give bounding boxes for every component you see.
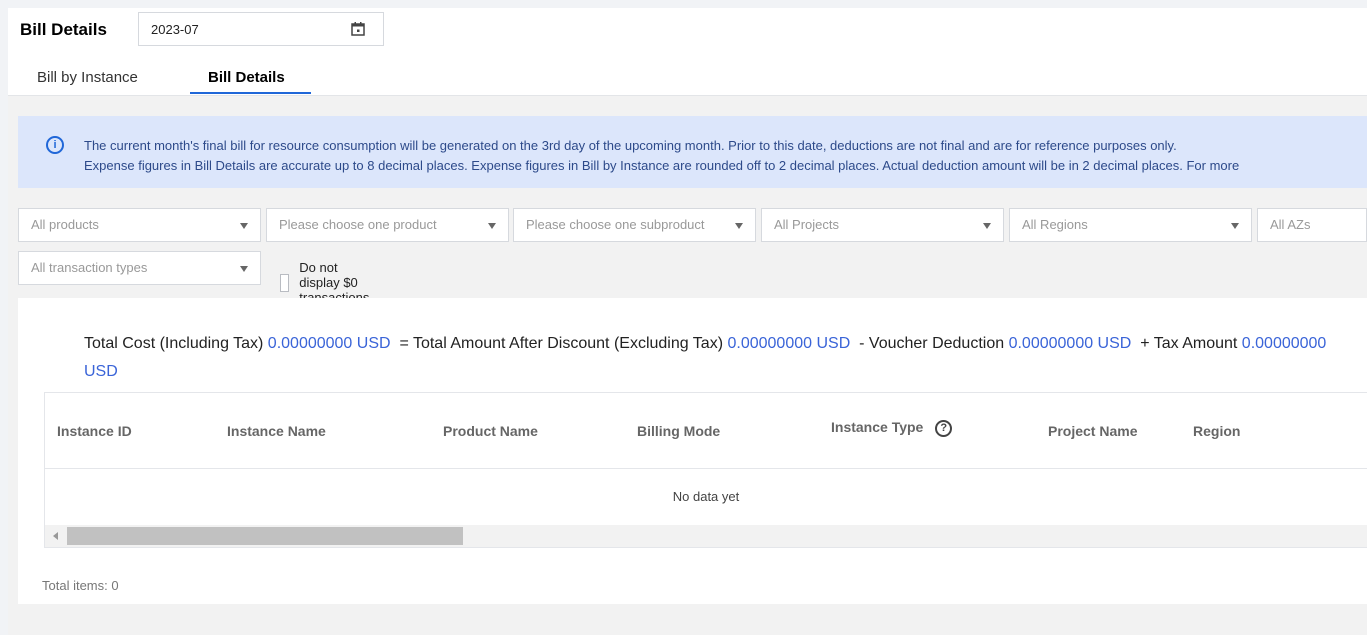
column-header-instance-type: Instance Type ?	[831, 419, 953, 437]
column-header-instance-name: Instance Name	[227, 423, 326, 439]
tab-bill-by-instance[interactable]: Bill by Instance	[37, 66, 138, 96]
column-header-billing-mode: Billing Mode	[637, 423, 721, 439]
bill-details-table: Instance ID Instance Name Product Name B…	[44, 392, 1367, 548]
total-cost-value: 0.00000000 USD	[267, 335, 391, 352]
after-discount-value: 0.00000000 USD	[727, 335, 851, 352]
column-header-instance-type-label: Instance Type	[831, 419, 924, 435]
product-select[interactable]: Please choose one product	[266, 208, 509, 242]
transaction-types-select[interactable]: All transaction types	[18, 251, 261, 285]
bill-details-panel: Total Cost (Including Tax) 0.00000000 US…	[18, 298, 1367, 604]
chevron-down-icon	[240, 223, 248, 229]
subproduct-select-value: Please choose one subproduct	[526, 217, 705, 232]
page-title: Bill Details	[20, 20, 107, 39]
products-select[interactable]: All products	[18, 208, 261, 242]
after-discount-label: Total Amount After Discount (Excluding T…	[412, 335, 724, 352]
column-header-instance-id: Instance ID	[57, 423, 132, 439]
column-header-region: Region	[1193, 423, 1241, 439]
horizontal-scrollbar[interactable]	[45, 525, 1367, 547]
scrollbar-thumb[interactable]	[67, 527, 463, 545]
chevron-down-icon	[983, 223, 991, 229]
column-header-project-name: Project Name	[1048, 423, 1138, 439]
projects-select[interactable]: All Projects	[761, 208, 1004, 242]
voucher-value: 0.00000000 USD	[1008, 335, 1132, 352]
notice-line-1: The current month's final bill for resou…	[84, 138, 1177, 153]
voucher-label: Voucher Deduction	[868, 335, 1005, 352]
page-header: Bill Details 2023-07 Bill by Instance Bi…	[8, 8, 1367, 96]
regions-select-value: All Regions	[1022, 217, 1088, 232]
notice-line-2: Expense figures in Bill Details are accu…	[84, 158, 1240, 173]
page-frame: Bill Details 2023-07 Bill by Instance Bi…	[8, 8, 1367, 635]
subproduct-select[interactable]: Please choose one subproduct	[513, 208, 756, 242]
month-picker[interactable]: 2023-07	[138, 12, 384, 46]
info-notice: i The current month's final bill for res…	[18, 116, 1367, 188]
zero-transactions-checkbox[interactable]	[280, 273, 290, 292]
calendar-icon[interactable]	[351, 22, 365, 36]
cost-summary: Total Cost (Including Tax) 0.00000000 US…	[84, 330, 1334, 386]
plus-sign: +	[1140, 335, 1150, 352]
azs-select-value: All AZs	[1270, 217, 1311, 232]
product-select-value: Please choose one product	[279, 217, 437, 232]
azs-select[interactable]: All AZs	[1257, 208, 1367, 242]
tax-label: Tax Amount	[1153, 335, 1238, 352]
chevron-down-icon	[488, 223, 496, 229]
month-picker-value: 2023-07	[151, 21, 199, 37]
scroll-left-icon[interactable]	[53, 532, 58, 540]
info-icon: i	[46, 136, 64, 154]
help-icon[interactable]: ?	[935, 419, 953, 437]
total-items: Total items: 0	[42, 578, 119, 593]
transaction-types-select-value: All transaction types	[31, 260, 148, 275]
notice-text: The current month's final bill for resou…	[84, 136, 1239, 176]
chevron-down-icon	[735, 223, 743, 229]
total-cost-label: Total Cost (Including Tax)	[84, 335, 264, 352]
table-header: Instance ID Instance Name Product Name B…	[45, 393, 1367, 469]
regions-select[interactable]: All Regions	[1009, 208, 1252, 242]
active-tab-indicator	[190, 92, 311, 94]
projects-select-value: All Projects	[774, 217, 840, 232]
chevron-down-icon	[1231, 223, 1239, 229]
equals-sign: =	[399, 335, 409, 352]
empty-state-text: No data yet	[672, 489, 740, 504]
chevron-down-icon	[240, 266, 248, 272]
minus-sign: -	[859, 335, 865, 352]
column-header-product-name: Product Name	[443, 423, 538, 439]
products-select-value: All products	[31, 217, 99, 232]
